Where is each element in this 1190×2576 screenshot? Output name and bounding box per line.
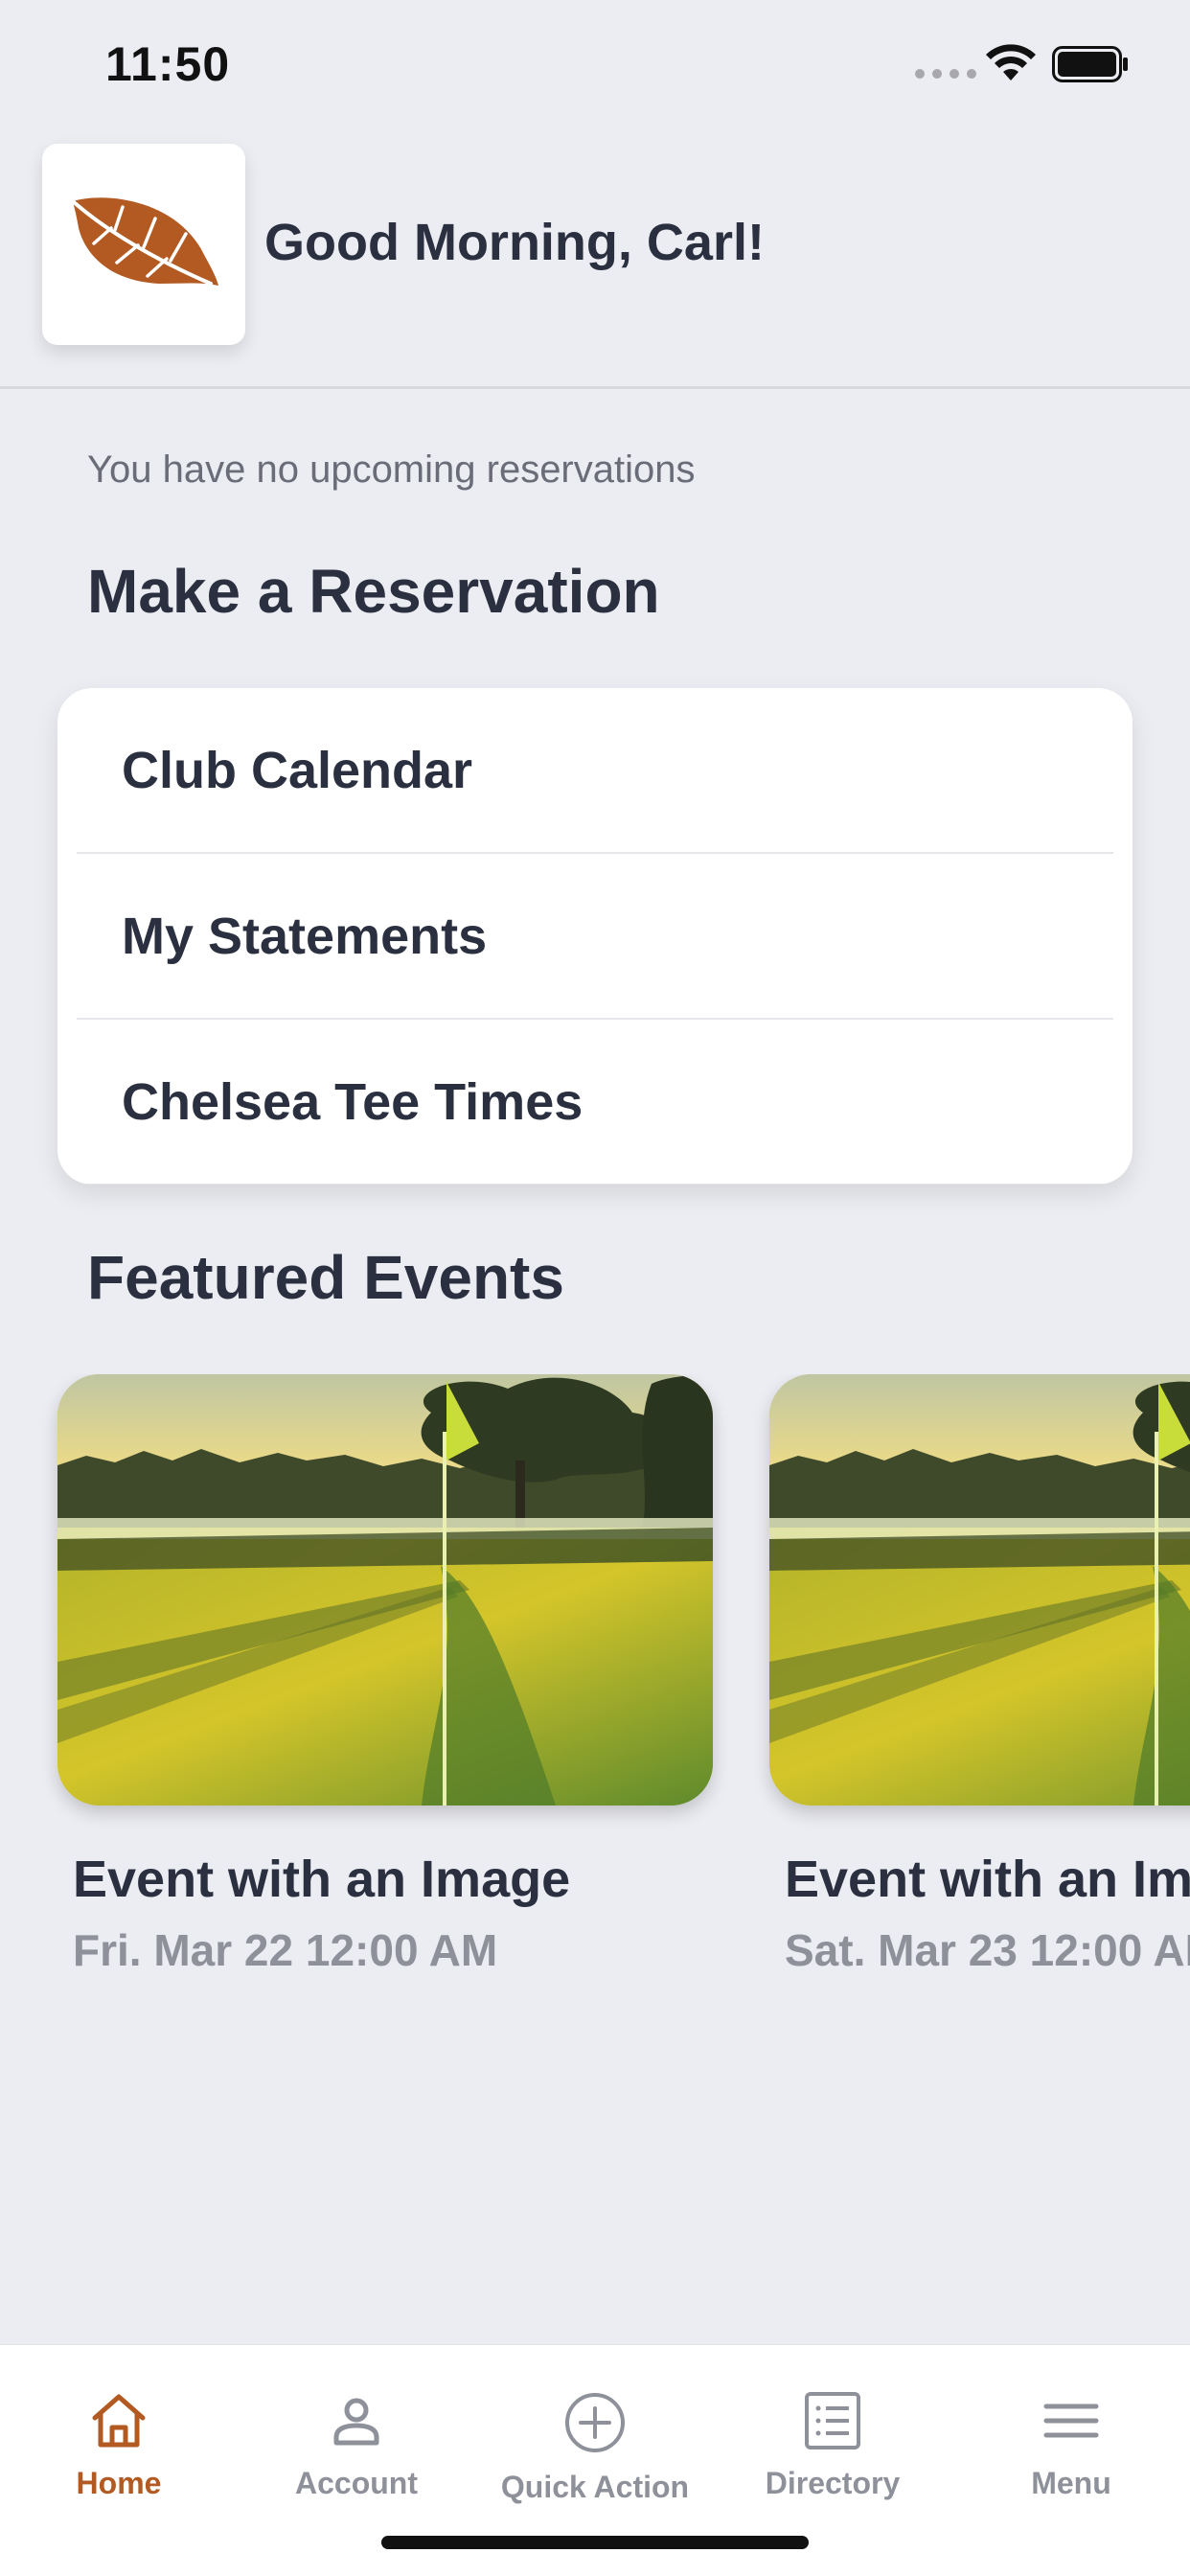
tab-account[interactable]: Account xyxy=(238,2345,475,2518)
tab-directory[interactable]: Directory xyxy=(714,2345,951,2518)
list-icon xyxy=(805,2392,860,2450)
plus-circle-icon xyxy=(565,2393,625,2452)
greeting-text: Good Morning, Carl! xyxy=(264,214,765,271)
tab-label: Directory xyxy=(765,2466,901,2500)
make-reservation-title: Make a Reservation xyxy=(87,557,660,626)
event-title[interactable]: Event with an Image xyxy=(73,1850,713,1909)
home-icon xyxy=(92,2394,146,2448)
tab-label: Account xyxy=(295,2466,418,2500)
res-item-label: My Statements xyxy=(122,907,488,965)
res-item-label: Chelsea Tee Times xyxy=(122,1072,584,1131)
tab-label: Home xyxy=(76,2466,162,2500)
event-card[interactable]: Event with an Image Fri. Mar 22 12:00 AM xyxy=(57,1374,713,1976)
res-item-label: Club Calendar xyxy=(122,741,473,799)
club-logo[interactable] xyxy=(42,144,245,345)
header: Good Morning, Carl! xyxy=(0,134,1190,389)
event-date: Sat. Mar 23 12:00 AM xyxy=(785,1925,1190,1975)
events-carousel[interactable]: Event with an Image Fri. Mar 22 12:00 AM… xyxy=(0,1374,1190,1988)
tab-quick-action[interactable]: Quick Action xyxy=(476,2345,714,2518)
event-image[interactable] xyxy=(57,1374,713,1806)
home-screen: 11:50 Good Morning, Carl! You have no up… xyxy=(0,0,1190,2576)
my-statements-item[interactable]: My Statements xyxy=(77,854,1113,1020)
event-date: Fri. Mar 22 12:00 AM xyxy=(73,1925,498,1975)
hamburger-icon xyxy=(1043,2404,1099,2438)
home-indicator[interactable] xyxy=(381,2536,809,2549)
tab-label: Quick Action xyxy=(500,2470,690,2504)
person-icon xyxy=(333,2398,379,2446)
featured-events-title: Featured Events xyxy=(87,1243,564,1312)
leaf-icon xyxy=(71,197,218,286)
cellular-signal-icon xyxy=(915,69,976,79)
wifi-icon xyxy=(986,44,1036,80)
club-calendar-item[interactable]: Club Calendar xyxy=(77,688,1113,854)
tab-home[interactable]: Home xyxy=(0,2345,238,2518)
event-image[interactable] xyxy=(769,1374,1190,1806)
reservation-options-card: Club Calendar My Statements Chelsea Tee … xyxy=(57,688,1133,1184)
status-time: 11:50 xyxy=(105,37,231,91)
event-title[interactable]: Event with an Image xyxy=(785,1850,1190,1909)
battery-icon xyxy=(1052,46,1128,82)
tab-menu[interactable]: Menu xyxy=(952,2345,1190,2518)
event-card[interactable]: Event with an Image Sat. Mar 23 12:00 AM xyxy=(769,1374,1190,1976)
tab-label: Menu xyxy=(1031,2466,1111,2500)
chelsea-tee-times-item[interactable]: Chelsea Tee Times xyxy=(77,1020,1113,1184)
no-reservations-message: You have no upcoming reservations xyxy=(87,448,696,491)
status-bar: 11:50 xyxy=(0,0,1190,134)
